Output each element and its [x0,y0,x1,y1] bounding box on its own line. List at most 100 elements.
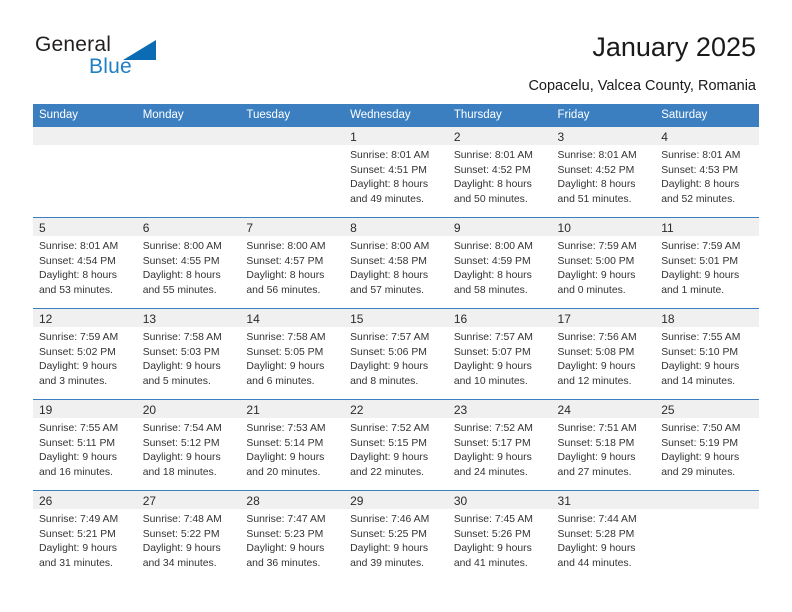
weekday-header-wednesday: Wednesday [344,104,448,127]
day-number [655,491,759,493]
day-number: 5 [39,221,46,235]
day-number: 31 [557,494,571,508]
calendar-day-cell[interactable]: 25 Sunrise: 7:50 AM Sunset: 5:19 PM Dayli… [655,399,759,491]
calendar-day-cell[interactable]: 1 Sunrise: 8:01 AM Sunset: 4:51 PM Daylig… [344,127,448,218]
calendar-day-cell[interactable]: 16 Sunrise: 7:57 AM Sunset: 5:07 PM Dayli… [447,308,552,400]
day-sun-info: Sunrise: 7:47 AM Sunset: 5:23 PM Dayligh… [246,514,326,569]
calendar-week-row: 12 Sunrise: 7:59 AM Sunset: 5:02 PM Dayli… [33,308,759,400]
day-sun-info: Sunrise: 7:59 AM Sunset: 5:02 PM Dayligh… [39,332,119,387]
day-sun-info [655,509,759,513]
calendar-day-cell[interactable]: 12 Sunrise: 7:59 AM Sunset: 5:02 PM Dayli… [33,308,137,400]
day-number: 14 [246,312,260,326]
day-number: 12 [39,312,53,326]
calendar-day-cell[interactable]: 6 Sunrise: 8:00 AM Sunset: 4:55 PM Daylig… [136,217,241,309]
calendar-day-cell[interactable] [655,490,759,581]
day-number: 9 [453,221,461,235]
calendar-day-cell[interactable] [240,127,345,218]
calendar-day-cell[interactable]: 21 Sunrise: 7:53 AM Sunset: 5:14 PM Dayli… [240,399,345,491]
calendar-day-cell[interactable]: 22 Sunrise: 7:52 AM Sunset: 5:15 PM Dayli… [344,399,448,491]
calendar-day-cell[interactable]: 27 Sunrise: 7:48 AM Sunset: 5:22 PM Dayli… [136,490,241,581]
calendar-day-cell[interactable]: 5 Sunrise: 8:01 AM Sunset: 4:54 PM Daylig… [33,217,137,309]
calendar-day-cell[interactable]: 3 Sunrise: 8:01 AM Sunset: 4:52 PM Daylig… [551,127,656,218]
sunrise-sunset-calendar: Sunday Monday Tuesday Wednesday Thursday… [33,104,759,581]
day-sun-info: Sunrise: 7:55 AM Sunset: 5:11 PM Dayligh… [39,423,119,478]
day-number: 19 [39,403,53,417]
calendar-day-cell[interactable]: 10 Sunrise: 7:59 AM Sunset: 5:00 PM Dayli… [551,217,656,309]
calendar-day-cell[interactable]: 11 Sunrise: 7:59 AM Sunset: 5:01 PM Dayli… [655,217,759,309]
calendar-day-cell[interactable]: 19 Sunrise: 7:55 AM Sunset: 5:11 PM Dayli… [33,399,137,491]
calendar-day-cell[interactable]: 9 Sunrise: 8:00 AM Sunset: 4:59 PM Daylig… [447,217,552,309]
calendar-day-cell[interactable]: 24 Sunrise: 7:51 AM Sunset: 5:18 PM Dayli… [551,399,656,491]
day-number: 26 [39,494,53,508]
day-sun-info [137,145,241,149]
day-sun-info: Sunrise: 8:00 AM Sunset: 4:59 PM Dayligh… [453,241,533,296]
calendar-day-cell[interactable]: 20 Sunrise: 7:54 AM Sunset: 5:12 PM Dayli… [136,399,241,491]
day-number: 10 [557,221,571,235]
day-sun-info: Sunrise: 8:01 AM Sunset: 4:52 PM Dayligh… [557,150,637,205]
day-number: 6 [142,221,150,235]
calendar-day-cell[interactable]: 23 Sunrise: 7:52 AM Sunset: 5:17 PM Dayli… [447,399,552,491]
day-sun-info: Sunrise: 7:59 AM Sunset: 5:00 PM Dayligh… [557,241,637,296]
day-sun-info: Sunrise: 7:52 AM Sunset: 5:15 PM Dayligh… [350,423,430,478]
day-sun-info: Sunrise: 7:59 AM Sunset: 5:01 PM Dayligh… [661,241,741,296]
brand-name-blue: Blue [89,55,132,78]
day-number: 8 [350,221,357,235]
calendar-day-cell[interactable]: 15 Sunrise: 7:57 AM Sunset: 5:06 PM Dayli… [344,308,448,400]
day-number: 2 [453,130,461,144]
calendar-header-row: Sunday Monday Tuesday Wednesday Thursday… [33,104,759,127]
weekday-header-thursday: Thursday [447,104,552,127]
day-sun-info: Sunrise: 7:53 AM Sunset: 5:14 PM Dayligh… [246,423,326,478]
day-sun-info: Sunrise: 7:52 AM Sunset: 5:17 PM Dayligh… [453,423,533,478]
day-number: 30 [453,494,468,508]
day-sun-info: Sunrise: 8:00 AM Sunset: 4:57 PM Dayligh… [246,241,326,296]
day-number: 20 [142,403,157,417]
day-sun-info: Sunrise: 7:44 AM Sunset: 5:28 PM Dayligh… [557,514,637,569]
page-title: January 2025 [592,32,756,62]
calendar-day-cell[interactable]: 2 Sunrise: 8:01 AM Sunset: 4:52 PM Daylig… [447,127,552,218]
calendar-day-cell[interactable] [136,127,241,218]
calendar-day-cell[interactable]: 4 Sunrise: 8:01 AM Sunset: 4:53 PM Daylig… [655,127,759,218]
general-blue-logo[interactable]: General Blue [35,33,215,88]
day-number [33,127,137,129]
weekday-header-saturday: Saturday [655,104,759,127]
weekday-header-tuesday: Tuesday [240,104,345,127]
weekday-header-sunday: Sunday [33,104,137,127]
day-number: 21 [246,403,260,417]
day-number: 17 [557,312,571,326]
day-number: 3 [557,130,565,144]
day-number: 7 [246,221,254,235]
calendar-body: 1 Sunrise: 8:01 AM Sunset: 4:51 PM Daylig… [33,127,759,581]
calendar-day-cell[interactable]: 18 Sunrise: 7:55 AM Sunset: 5:10 PM Dayli… [655,308,759,400]
day-sun-info: Sunrise: 7:57 AM Sunset: 5:07 PM Dayligh… [453,332,533,387]
day-sun-info: Sunrise: 7:49 AM Sunset: 5:21 PM Dayligh… [39,514,119,569]
day-number: 29 [350,494,364,508]
day-sun-info: Sunrise: 7:58 AM Sunset: 5:05 PM Dayligh… [246,332,326,387]
calendar-page: General Blue January 2025 Copacelu, Valc… [0,0,792,612]
calendar-day-cell[interactable]: 31 Sunrise: 7:44 AM Sunset: 5:28 PM Dayli… [551,490,656,581]
day-number: 25 [661,403,675,417]
weekday-header-monday: Monday [136,104,241,127]
calendar-day-cell[interactable]: 17 Sunrise: 7:56 AM Sunset: 5:08 PM Dayli… [551,308,656,400]
page-subtitle: Copacelu, Valcea County, Romania [528,78,756,94]
calendar-week-row: 19 Sunrise: 7:55 AM Sunset: 5:11 PM Dayli… [33,399,759,491]
calendar-day-cell[interactable]: 13 Sunrise: 7:58 AM Sunset: 5:03 PM Dayli… [136,308,241,400]
day-sun-info: Sunrise: 7:48 AM Sunset: 5:22 PM Dayligh… [142,514,222,569]
weekday-header-friday: Friday [551,104,656,127]
day-number: 28 [246,494,260,508]
calendar-day-cell[interactable]: 28 Sunrise: 7:47 AM Sunset: 5:23 PM Dayli… [240,490,345,581]
calendar-day-cell[interactable]: 26 Sunrise: 7:49 AM Sunset: 5:21 PM Dayli… [33,490,137,581]
calendar-day-cell[interactable]: 29 Sunrise: 7:46 AM Sunset: 5:25 PM Dayli… [344,490,448,581]
day-number: 27 [142,494,157,508]
calendar-day-cell[interactable] [33,127,137,218]
calendar-day-cell[interactable]: 14 Sunrise: 7:58 AM Sunset: 5:05 PM Dayli… [240,308,345,400]
calendar-week-row: 5 Sunrise: 8:01 AM Sunset: 4:54 PM Daylig… [33,217,759,309]
day-number [240,127,344,129]
day-sun-info: Sunrise: 7:50 AM Sunset: 5:19 PM Dayligh… [661,423,741,478]
day-number: 24 [557,403,571,417]
day-sun-info: Sunrise: 8:01 AM Sunset: 4:52 PM Dayligh… [453,150,533,205]
calendar-day-cell[interactable]: 30 Sunrise: 7:45 AM Sunset: 5:26 PM Dayli… [447,490,552,581]
calendar-day-cell[interactable]: 8 Sunrise: 8:00 AM Sunset: 4:58 PM Daylig… [344,217,448,309]
calendar-week-row: 26 Sunrise: 7:49 AM Sunset: 5:21 PM Dayli… [33,490,759,581]
brand-name-general: General [35,33,112,56]
calendar-day-cell[interactable]: 7 Sunrise: 8:00 AM Sunset: 4:57 PM Daylig… [240,217,345,309]
